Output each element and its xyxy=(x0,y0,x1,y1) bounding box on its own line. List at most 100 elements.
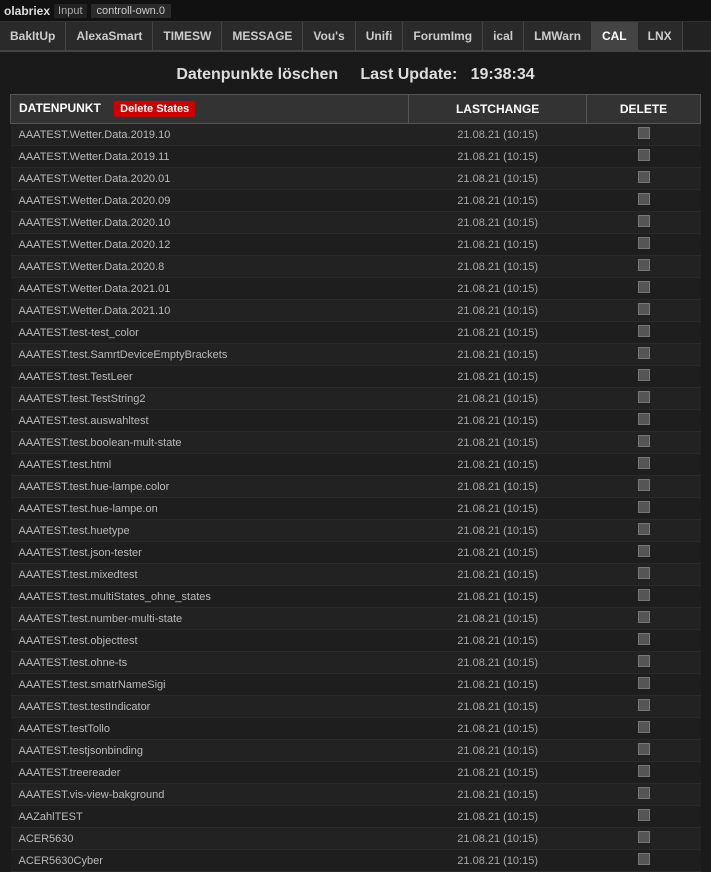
delete-checkbox[interactable] xyxy=(638,127,650,139)
lastchange-cell: 21.08.21 (10:15) xyxy=(409,168,587,190)
delete-checkbox[interactable] xyxy=(638,149,650,161)
datenpunkt-name-cell: AAATEST.test.json-tester xyxy=(11,542,409,564)
last-update-label: Last Update: xyxy=(360,66,457,83)
table-row: AAATEST.Wetter.Data.2021.0121.08.21 (10:… xyxy=(11,278,701,300)
lastchange-cell: 21.08.21 (10:15) xyxy=(409,124,587,146)
table-row: AAATEST.Wetter.Data.2020.821.08.21 (10:1… xyxy=(11,256,701,278)
lastchange-cell: 21.08.21 (10:15) xyxy=(409,234,587,256)
page-title: Datenpunkte löschen xyxy=(176,66,338,83)
delete-checkbox[interactable] xyxy=(638,545,650,557)
delete-checkbox[interactable] xyxy=(638,523,650,535)
delete-checkbox[interactable] xyxy=(638,853,650,865)
delete-checkbox[interactable] xyxy=(638,567,650,579)
lastchange-cell: 21.08.21 (10:15) xyxy=(409,300,587,322)
delete-checkbox[interactable] xyxy=(638,303,650,315)
delete-checkbox[interactable] xyxy=(638,391,650,403)
delete-checkbox[interactable] xyxy=(638,413,650,425)
delete-checkbox[interactable] xyxy=(638,633,650,645)
delete-checkbox[interactable] xyxy=(638,479,650,491)
table-row: AAATEST.test.TestString221.08.21 (10:15) xyxy=(11,388,701,410)
delete-checkbox[interactable] xyxy=(638,501,650,513)
delete-checkbox[interactable] xyxy=(638,347,650,359)
lastchange-cell: 21.08.21 (10:15) xyxy=(409,630,587,652)
table-row: AAATEST.treereader21.08.21 (10:15) xyxy=(11,762,701,784)
delete-checkbox[interactable] xyxy=(638,721,650,733)
delete-checkbox[interactable] xyxy=(638,259,650,271)
tab-bakitup[interactable]: BakItUp xyxy=(0,22,66,50)
tab-unifi[interactable]: Unifi xyxy=(356,22,404,50)
delete-checkbox[interactable] xyxy=(638,809,650,821)
datenpunkt-name-cell: AAATEST.test.number-multi-state xyxy=(11,608,409,630)
delete-checkbox[interactable] xyxy=(638,193,650,205)
delete-checkbox[interactable] xyxy=(638,435,650,447)
tab-timesw[interactable]: TIMESW xyxy=(153,22,222,50)
table-row: AAATEST.test.testIndicator21.08.21 (10:1… xyxy=(11,696,701,718)
lastchange-cell: 21.08.21 (10:15) xyxy=(409,762,587,784)
table-row: ACER5630Cyber21.08.21 (10:15) xyxy=(11,850,701,872)
tab-alexasmart[interactable]: AlexaSmart xyxy=(66,22,153,50)
lastchange-cell: 21.08.21 (10:15) xyxy=(409,388,587,410)
lastchange-cell: 21.08.21 (10:15) xyxy=(409,696,587,718)
tab-forumimg[interactable]: ForumImg xyxy=(403,22,483,50)
tab-vous[interactable]: Vou's xyxy=(303,22,355,50)
delete-checkbox[interactable] xyxy=(638,743,650,755)
lastchange-cell: 21.08.21 (10:15) xyxy=(409,806,587,828)
top-bar-input-label: Input xyxy=(54,4,86,18)
delete-cell xyxy=(587,718,701,740)
tab-lnx[interactable]: LNX xyxy=(638,22,683,50)
delete-cell xyxy=(587,740,701,762)
delete-checkbox[interactable] xyxy=(638,281,650,293)
datenpunkt-name-cell: ACER5630Cyber xyxy=(11,850,409,872)
delete-checkbox[interactable] xyxy=(638,589,650,601)
delete-checkbox[interactable] xyxy=(638,831,650,843)
lastchange-cell: 21.08.21 (10:15) xyxy=(409,476,587,498)
table-header-row: DATENPUNKT Delete States LASTCHANGE DELE… xyxy=(11,95,701,124)
datenpunkt-name-cell: AAATEST.Wetter.Data.2019.11 xyxy=(11,146,409,168)
delete-checkbox[interactable] xyxy=(638,765,650,777)
delete-cell xyxy=(587,586,701,608)
delete-checkbox[interactable] xyxy=(638,787,650,799)
delete-cell xyxy=(587,322,701,344)
delete-checkbox[interactable] xyxy=(638,325,650,337)
delete-checkbox[interactable] xyxy=(638,237,650,249)
tab-message[interactable]: MESSAGE xyxy=(222,22,303,50)
delete-cell xyxy=(587,212,701,234)
delete-cell xyxy=(587,850,701,872)
delete-checkbox[interactable] xyxy=(638,611,650,623)
table-row: AAATEST.Wetter.Data.2019.1121.08.21 (10:… xyxy=(11,146,701,168)
lastchange-cell: 21.08.21 (10:15) xyxy=(409,212,587,234)
delete-cell xyxy=(587,542,701,564)
table-row: AAATEST.test.hue-lampe.color21.08.21 (10… xyxy=(11,476,701,498)
lastchange-cell: 21.08.21 (10:15) xyxy=(409,322,587,344)
datenpunkt-name-cell: AAATEST.test.objecttest xyxy=(11,630,409,652)
tab-lmwarn[interactable]: LMWarn xyxy=(524,22,592,50)
datenpunkt-name-cell: AAATEST.Wetter.Data.2020.12 xyxy=(11,234,409,256)
delete-checkbox[interactable] xyxy=(638,655,650,667)
table-row: AAATEST.test.SamrtDeviceEmptyBrackets21.… xyxy=(11,344,701,366)
delete-checkbox[interactable] xyxy=(638,699,650,711)
delete-checkbox[interactable] xyxy=(638,677,650,689)
tab-cal[interactable]: CAL xyxy=(592,22,638,50)
delete-cell xyxy=(587,190,701,212)
delete-cell xyxy=(587,476,701,498)
delete-checkbox[interactable] xyxy=(638,457,650,469)
delete-cell xyxy=(587,344,701,366)
tab-ical[interactable]: ical xyxy=(483,22,524,50)
table-row: AAATEST.Wetter.Data.2020.0921.08.21 (10:… xyxy=(11,190,701,212)
lastchange-cell: 21.08.21 (10:15) xyxy=(409,366,587,388)
delete-cell xyxy=(587,366,701,388)
delete-cell xyxy=(587,498,701,520)
datenpunkt-name-cell: AAATEST.Wetter.Data.2021.01 xyxy=(11,278,409,300)
datenpunkt-name-cell: AAATEST.testTollo xyxy=(11,718,409,740)
delete-cell xyxy=(587,146,701,168)
datenpunkt-name-cell: AAATEST.test.TestString2 xyxy=(11,388,409,410)
datenpunkt-name-cell: AAATEST.test.smatrNameSigi xyxy=(11,674,409,696)
table-row: AAATEST.Wetter.Data.2019.1021.08.21 (10:… xyxy=(11,124,701,146)
delete-checkbox[interactable] xyxy=(638,171,650,183)
delete-checkbox[interactable] xyxy=(638,369,650,381)
datenpunkt-name-cell: AAATEST.testjsonbinding xyxy=(11,740,409,762)
delete-cell xyxy=(587,696,701,718)
delete-states-button[interactable]: Delete States xyxy=(114,101,195,117)
delete-checkbox[interactable] xyxy=(638,215,650,227)
lastchange-cell: 21.08.21 (10:15) xyxy=(409,344,587,366)
